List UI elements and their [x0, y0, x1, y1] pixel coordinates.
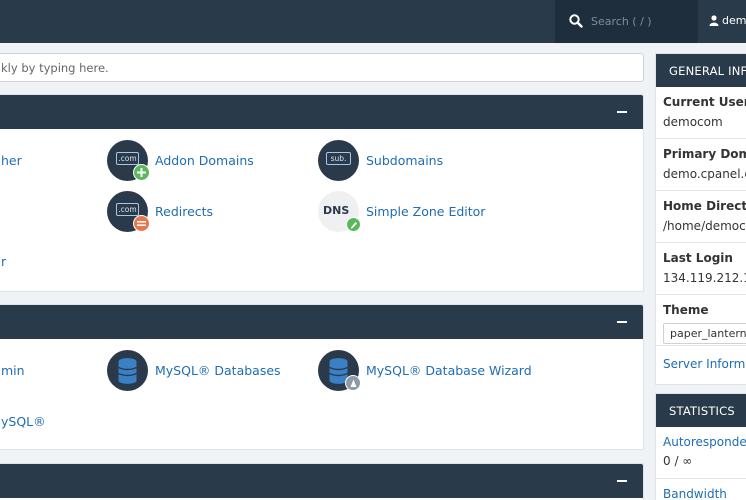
home-directory-row: Home Directory /home/democom: [656, 191, 746, 243]
home-directory-label: Home Directory: [663, 199, 746, 213]
addon-domains-label: Addon Domains: [155, 153, 254, 168]
global-search[interactable]: [555, 0, 698, 43]
bandwidth-link[interactable]: Bandwidth: [663, 487, 727, 500]
partial-database-item-2[interactable]: ySQL®: [1, 414, 46, 429]
server-info-row: Server Information: [656, 346, 746, 384]
user-menu[interactable]: demo: [709, 14, 746, 27]
simple-zone-editor-label: Simple Zone Editor: [366, 204, 486, 219]
redirects-label: Redirects: [155, 204, 214, 219]
mysql-wizard-label: MySQL® Database Wizard: [366, 363, 532, 378]
quick-find-input[interactable]: [0, 54, 643, 81]
top-navbar: demo: [0, 0, 746, 43]
third-panel-header: [0, 464, 643, 498]
last-login-row: Last Login 134.119.212.14: [656, 243, 746, 295]
plus-icon: [133, 164, 150, 181]
theme-select[interactable]: paper_lantern: [663, 323, 746, 344]
server-information-link[interactable]: Server Information: [663, 357, 746, 371]
addon-domains-link[interactable]: .com Addon Domains: [107, 140, 254, 181]
redirect-arrow-icon: [133, 215, 150, 232]
partial-database-item[interactable]: min: [1, 363, 25, 378]
primary-domain-label: Primary Domain: [663, 147, 746, 161]
theme-row: Theme paper_lantern: [656, 295, 746, 346]
current-user-value: democom: [663, 115, 723, 129]
autoresponders-link[interactable]: Autoresponders: [663, 435, 746, 449]
third-panel: [0, 463, 644, 500]
autoresponders-row: Autoresponders 0 / ∞: [656, 427, 746, 479]
autoresponders-value: 0 / ∞: [663, 454, 693, 468]
collapse-icon[interactable]: [617, 111, 627, 113]
theme-select-value: paper_lantern: [670, 327, 746, 340]
redirects-icon: .com: [107, 191, 150, 232]
domains-panel: her .com Addon Domains sub. Subdomains .…: [0, 94, 644, 292]
general-info-panel: GENERAL INFO Current User democom Primar…: [655, 53, 746, 385]
wizard-hat-icon: [345, 375, 361, 391]
database-icon: [118, 358, 137, 384]
subdomains-label: Subdomains: [366, 153, 444, 168]
databases-panel-header: [0, 305, 643, 339]
current-user-row: Current User democom: [656, 87, 746, 139]
domains-panel-header: [0, 95, 643, 129]
partial-domain-item[interactable]: her: [1, 153, 22, 168]
quick-find-field[interactable]: [0, 53, 644, 82]
username: demo: [722, 14, 746, 27]
primary-domain-value: demo.cpanel.com: [663, 167, 746, 181]
databases-panel: min MySQL® Databases MySQL® Database Wiz…: [0, 304, 644, 450]
current-user-label: Current User: [663, 95, 746, 109]
primary-domain-row: Primary Domain demo.cpanel.com: [656, 139, 746, 191]
partial-domain-item-2[interactable]: r: [1, 254, 6, 269]
general-info-header: GENERAL INFO: [656, 54, 746, 87]
zone-editor-icon: DNS: [318, 191, 361, 232]
search-input[interactable]: [591, 13, 691, 30]
edit-icon: [346, 217, 361, 232]
simple-zone-editor-link[interactable]: DNS Simple Zone Editor: [318, 191, 485, 232]
home-directory-value: /home/democom: [663, 219, 746, 233]
redirects-link[interactable]: .com Redirects: [107, 191, 213, 232]
collapse-icon[interactable]: [617, 321, 627, 323]
search-icon: [569, 14, 583, 28]
mysql-databases-label: MySQL® Databases: [155, 363, 281, 378]
mysql-databases-icon: [107, 350, 148, 391]
statistics-header: STATISTICS: [656, 394, 746, 427]
mysql-wizard-icon: [318, 350, 361, 391]
mysql-databases-link[interactable]: MySQL® Databases: [107, 350, 281, 391]
subdomains-icon: sub.: [318, 140, 359, 181]
collapse-icon[interactable]: [617, 480, 627, 482]
last-login-value: 134.119.212.14: [663, 271, 746, 285]
mysql-wizard-link[interactable]: MySQL® Database Wizard: [318, 350, 532, 391]
subdomains-link[interactable]: sub. Subdomains: [318, 140, 443, 181]
last-login-label: Last Login: [663, 251, 733, 265]
user-icon: [709, 15, 719, 26]
statistics-panel: STATISTICS Autoresponders 0 / ∞ Bandwidt…: [655, 393, 746, 500]
theme-label: Theme: [663, 303, 709, 317]
bandwidth-row: Bandwidth: [656, 479, 746, 500]
addon-domains-icon: .com: [107, 140, 150, 181]
